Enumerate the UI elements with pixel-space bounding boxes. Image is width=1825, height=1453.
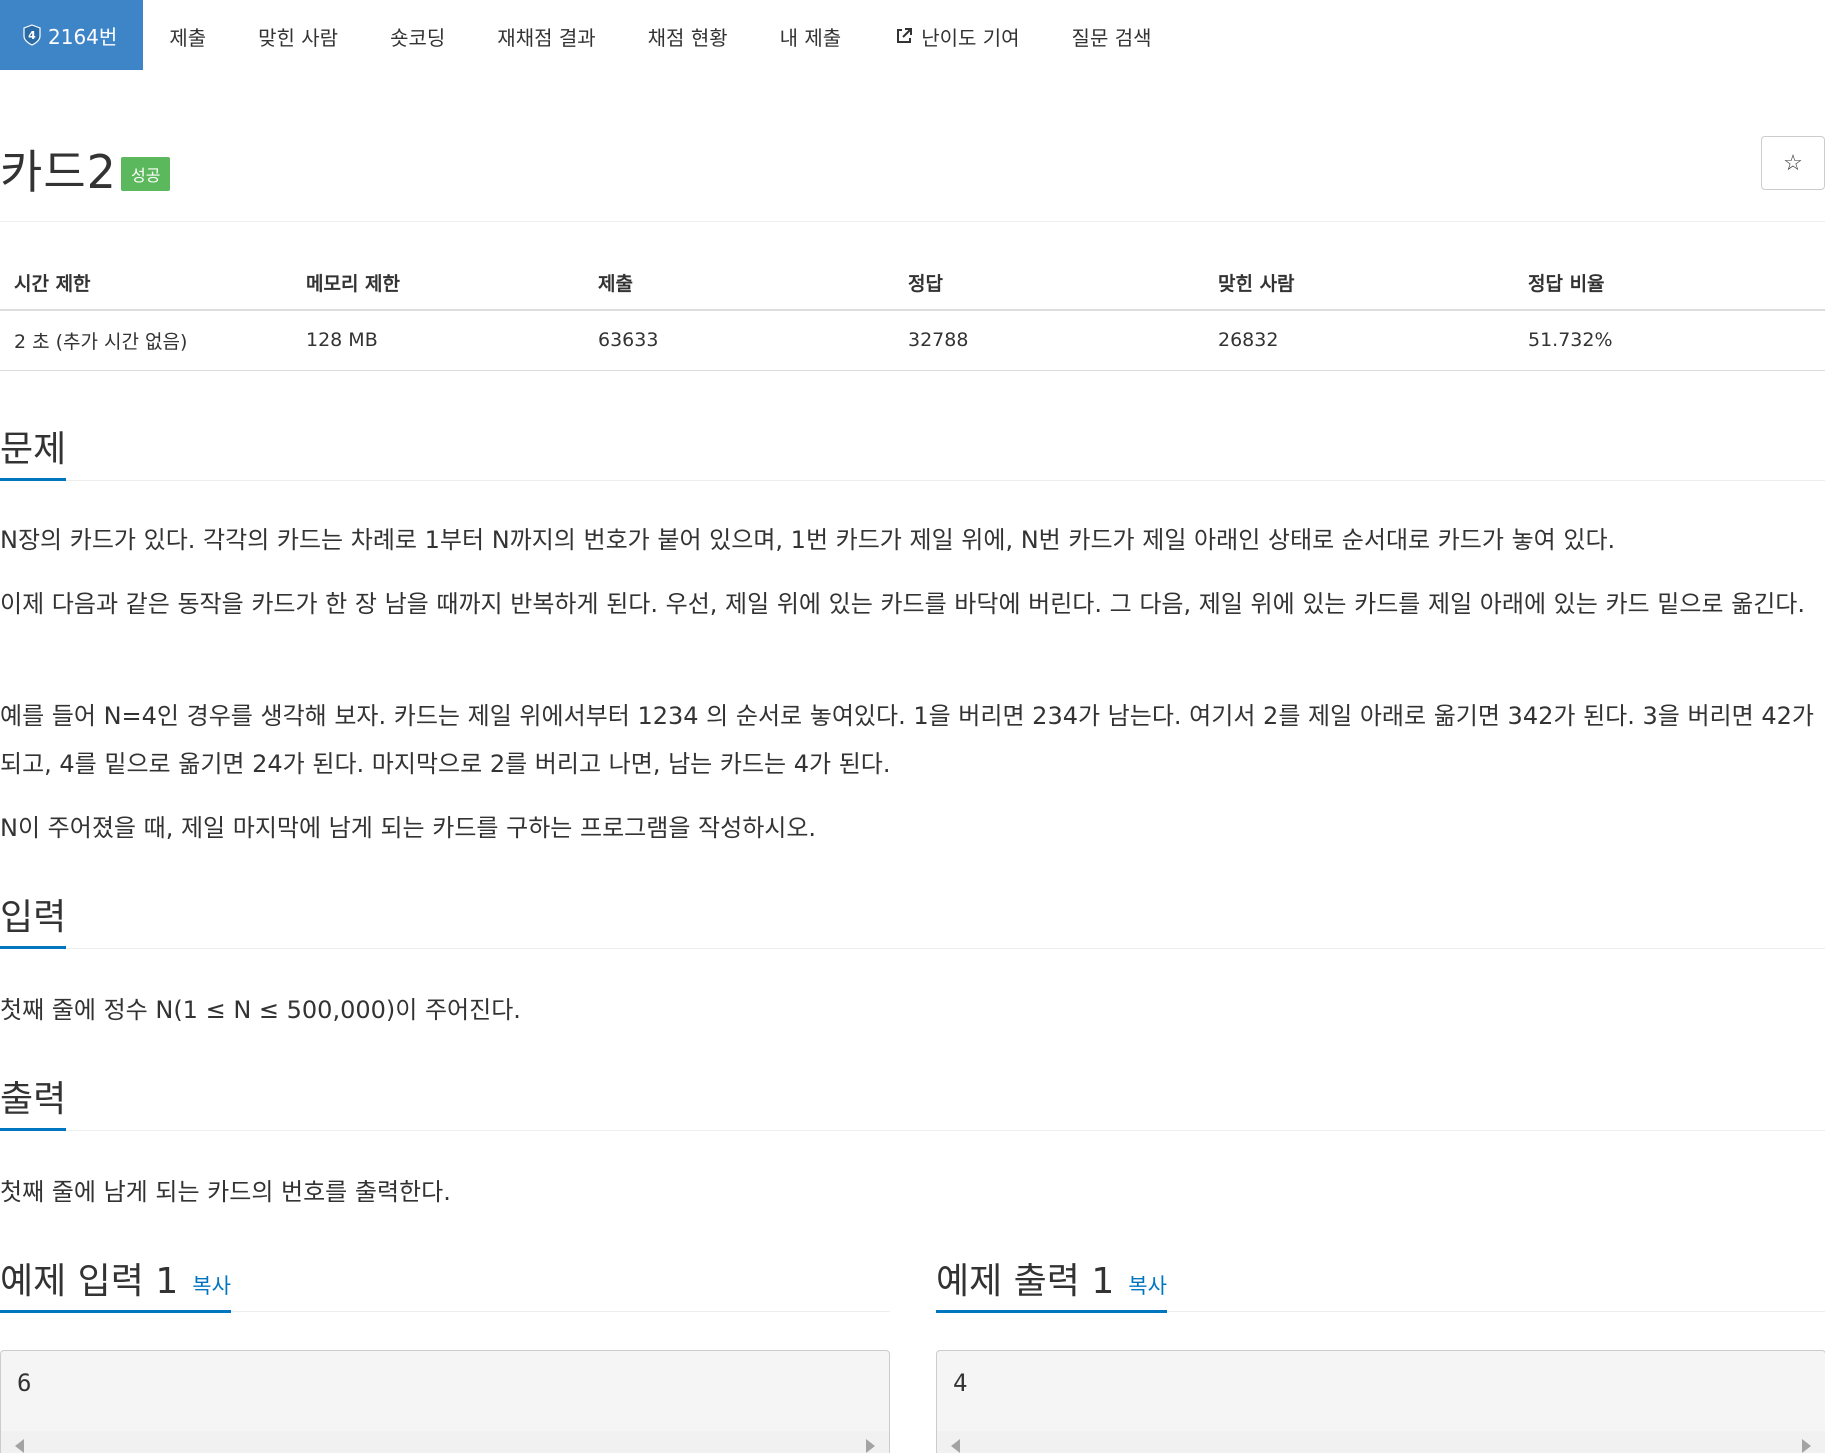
- tab-submit-label: 제출: [169, 25, 207, 50]
- tab-solved-users-label: 맞힌 사람: [258, 25, 339, 50]
- header-accepted: 정답: [894, 256, 1204, 311]
- tab-rejudge-results[interactable]: 재채점 결과: [471, 0, 621, 72]
- header-memory-limit: 메모리 제한: [292, 256, 584, 311]
- star-icon: ☆: [1783, 150, 1803, 175]
- table-header-row: 시간 제한 메모리 제한 제출 정답 맞힌 사람 정답 비율: [0, 256, 1825, 311]
- problem-title: 카드2: [0, 145, 117, 199]
- output-section-title: 출력: [0, 1070, 67, 1131]
- favorite-star-button[interactable]: ☆: [1761, 136, 1825, 190]
- copy-sample-output-button[interactable]: 복사: [1128, 1270, 1167, 1300]
- tab-difficulty-contribution-label: 난이도 기여: [921, 25, 1020, 50]
- tab-problem-label: 2164번: [48, 24, 118, 49]
- status-badge: 성공: [121, 157, 171, 191]
- sample-output-title-text: 예제 출력 1: [936, 1261, 1115, 1302]
- problem-paragraph: N장의 카드가 있다. 각각의 카드는 차례로 1부터 N까지의 번호가 붙어 …: [0, 526, 1616, 554]
- svg-text:4: 4: [28, 29, 36, 42]
- tab-judge-status-label: 채점 현황: [647, 25, 728, 50]
- tab-short-coding[interactable]: 숏코딩: [364, 0, 471, 72]
- memory-limit-value: 128 MB: [292, 310, 584, 371]
- tab-solved-users[interactable]: 맞힌 사람: [232, 0, 364, 72]
- output-description: 첫째 줄에 남게 되는 카드의 번호를 출력한다.: [0, 1178, 451, 1206]
- tab-submit[interactable]: 제출: [143, 0, 232, 72]
- sample-input-title: 예제 입력 1 복사: [0, 1252, 231, 1313]
- sample-input-header: 예제 입력 1 복사: [0, 1252, 890, 1313]
- tab-my-submissions-label: 내 제출: [779, 25, 842, 50]
- sample-input-box[interactable]: 6: [0, 1350, 890, 1453]
- tab-problem[interactable]: 4 2164번: [0, 0, 144, 70]
- time-limit-value: 2 초 (추가 시간 없음): [0, 310, 292, 371]
- problem-section-title: 문제: [0, 420, 67, 481]
- tab-my-submissions[interactable]: 내 제출: [754, 0, 868, 72]
- problem-section-header: 문제: [0, 420, 1825, 481]
- header-submissions: 제출: [584, 256, 894, 311]
- header-time-limit: 시간 제한: [0, 256, 292, 311]
- output-section-header: 출력: [0, 1070, 1825, 1131]
- external-link-icon: [897, 28, 913, 43]
- tab-question-search-label: 질문 검색: [1071, 25, 1152, 50]
- sample-input-title-text: 예제 입력 1: [0, 1261, 179, 1302]
- sample-output-title: 예제 출력 1 복사: [936, 1252, 1167, 1313]
- header-accept-ratio: 정답 비율: [1514, 256, 1825, 311]
- problem-paragraph: 이제 다음과 같은 동작을 카드가 한 장 남을 때까지 반복하게 된다. 우선…: [0, 590, 1805, 618]
- solved-users-value: 26832: [1204, 310, 1514, 371]
- problem-nav: 4 2164번 제출 맞힌 사람 숏코딩 재채점 결과 채점 현황 내 제출 난…: [0, 0, 1825, 72]
- accept-ratio-value: 51.732%: [1514, 310, 1825, 371]
- problem-info-table: 시간 제한 메모리 제한 제출 정답 맞힌 사람 정답 비율 2 초 (추가 시…: [0, 256, 1825, 371]
- table-row: 2 초 (추가 시간 없음) 128 MB 63633 32788 26832 …: [0, 310, 1825, 371]
- scroll-left-arrow-icon[interactable]: [15, 1439, 24, 1453]
- input-section-title: 입력: [0, 888, 67, 949]
- horizontal-scrollbar[interactable]: [1, 1431, 889, 1453]
- problem-paragraph: 예를 들어 N=4인 경우를 생각해 보자. 카드는 제일 위에서부터 1234…: [0, 702, 1814, 778]
- problem-paragraph: N이 주어졌을 때, 제일 마지막에 남게 되는 카드를 구하는 프로그램을 작…: [0, 814, 817, 842]
- sample-output-box[interactable]: 4: [936, 1350, 1825, 1453]
- accepted-value: 32788: [894, 310, 1204, 371]
- tab-difficulty-contribution[interactable]: 난이도 기여: [867, 0, 1045, 72]
- tab-short-coding-label: 숏코딩: [390, 25, 446, 50]
- tab-judge-status[interactable]: 채점 현황: [622, 0, 754, 72]
- sample-output-header: 예제 출력 1 복사: [936, 1252, 1825, 1313]
- scroll-left-arrow-icon[interactable]: [951, 1439, 960, 1453]
- sample-output-value: 4: [953, 1369, 968, 1397]
- header-solved-users: 맞힌 사람: [1204, 256, 1514, 311]
- scroll-right-arrow-icon[interactable]: [866, 1439, 875, 1453]
- sample-output-panel: 예제 출력 1 복사 4: [936, 1252, 1825, 1453]
- tab-question-search[interactable]: 질문 검색: [1046, 0, 1178, 72]
- scroll-right-arrow-icon[interactable]: [1802, 1439, 1811, 1453]
- sample-input-panel: 예제 입력 1 복사 6: [0, 1252, 890, 1453]
- problem-header: 카드2 성공 ☆: [0, 130, 1825, 222]
- submissions-value: 63633: [584, 310, 894, 371]
- sample-input-value: 6: [17, 1369, 32, 1397]
- input-description: 첫째 줄에 정수 N(1 ≤ N ≤ 500,000)이 주어진다.: [0, 996, 521, 1024]
- horizontal-scrollbar[interactable]: [937, 1431, 1825, 1453]
- copy-sample-input-button[interactable]: 복사: [192, 1270, 231, 1300]
- tier-badge-icon: 4: [22, 24, 42, 46]
- tab-rejudge-results-label: 재채점 결과: [497, 25, 596, 50]
- input-section-header: 입력: [0, 888, 1825, 949]
